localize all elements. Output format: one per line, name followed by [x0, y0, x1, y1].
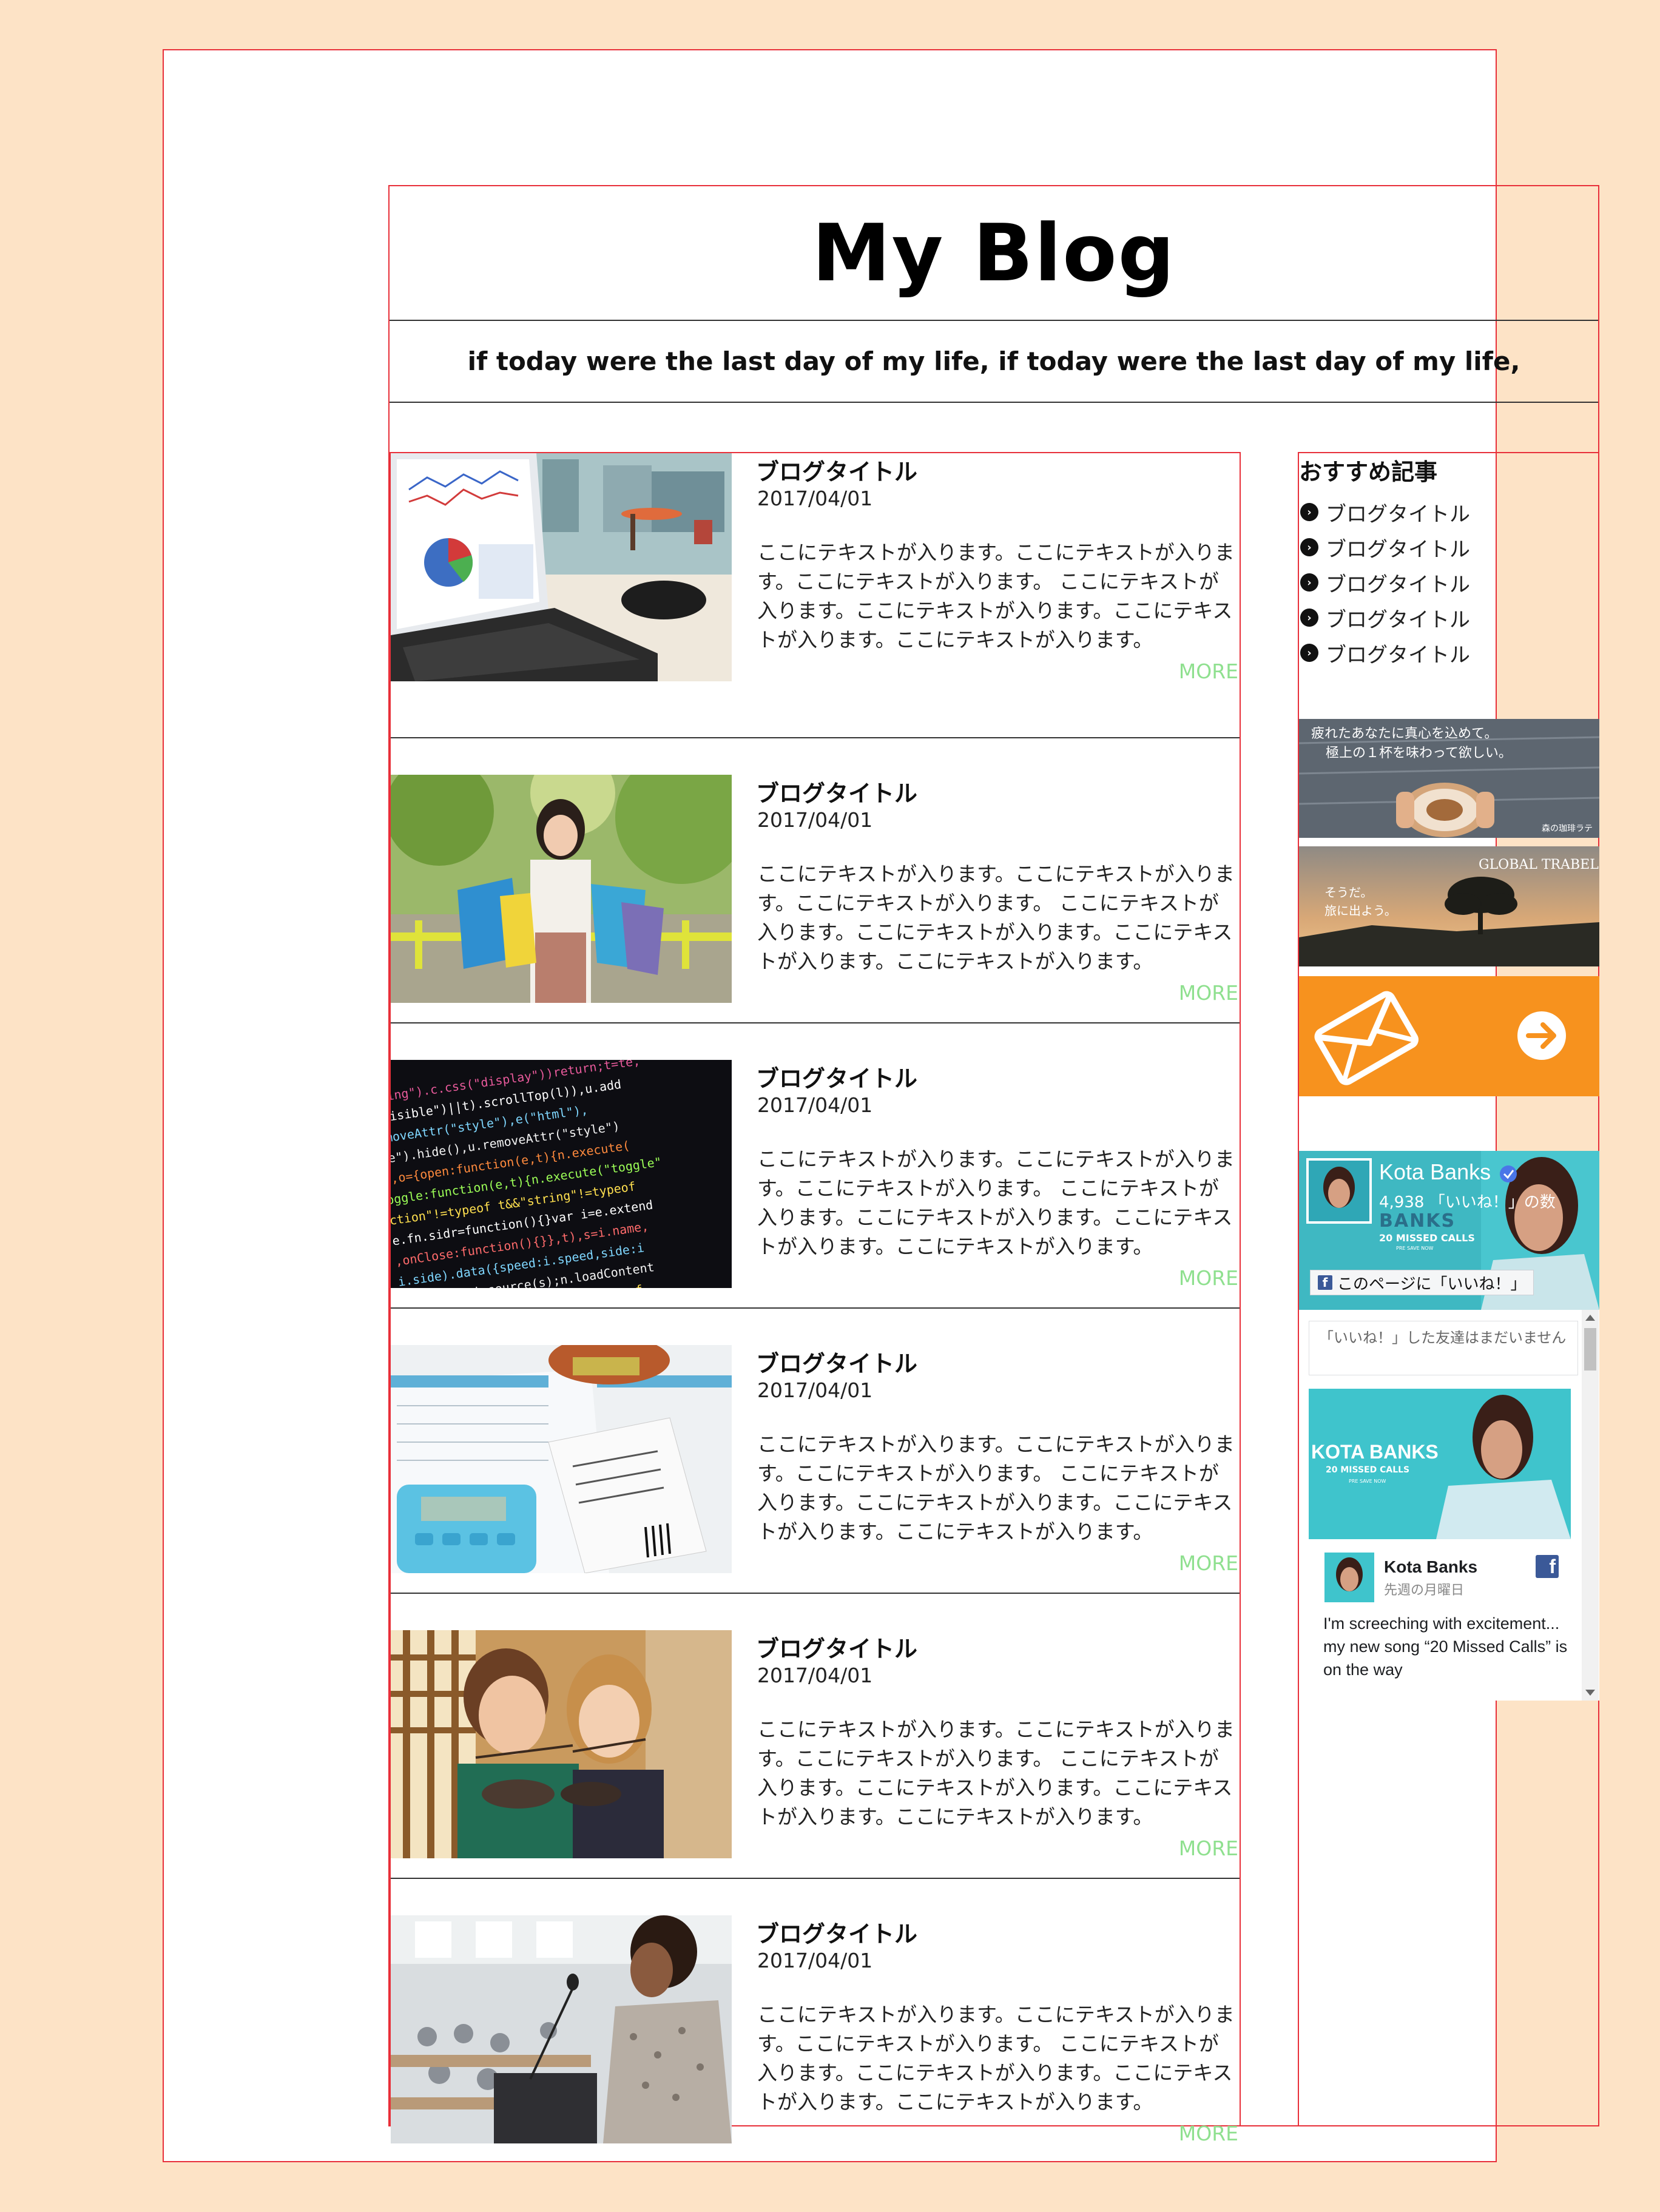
- facebook-post-author[interactable]: Kota Banks: [1384, 1557, 1477, 1577]
- post-title[interactable]: ブログタイトル: [756, 453, 917, 487]
- post-excerpt: ここにテキストが入ります。ここにテキストが入ります。ここにテキストが入ります。 …: [757, 862, 1235, 973]
- facebook-icon[interactable]: f: [1536, 1555, 1559, 1578]
- post-excerpt: ここにテキストが入ります。ここにテキストが入ります。ここにテキストが入ります。 …: [757, 541, 1235, 652]
- recommended-item[interactable]: › ブログタイトル: [1300, 494, 1470, 530]
- site-title[interactable]: My Blog: [812, 207, 1175, 299]
- recommended-item[interactable]: › ブログタイトル: [1300, 565, 1470, 600]
- chevron-right-circle-icon: ›: [1300, 644, 1318, 662]
- post-thumbnail[interactable]: [391, 1630, 732, 1858]
- facebook-post-image[interactable]: KOTA BANKS 20 MISSED CALLS PRE SAVE NOW: [1309, 1389, 1571, 1539]
- facebook-page-widget: Kota Banks 4,938 「いいね！」の数 BANKS 20 MISSE…: [1299, 1151, 1599, 1701]
- post-title[interactable]: ブログタイトル: [756, 1060, 917, 1093]
- post-title[interactable]: ブログタイトル: [756, 1915, 917, 1949]
- post-more-link[interactable]: MORE: [1179, 1266, 1238, 1290]
- post-thumbnail[interactable]: [391, 1915, 732, 2143]
- post-image-note: PRE SAVE NOW: [1349, 1479, 1386, 1484]
- post-date: 2017/04/01: [757, 808, 873, 832]
- facebook-post-text: I'm screeching with excitement... my new…: [1323, 1614, 1568, 1679]
- page-container: My Blog if today were the last day of my…: [163, 49, 1599, 2162]
- post-item: ブログタイトル 2017/04/01 ここにテキストが入ります。ここにテキストが…: [391, 1309, 1240, 1594]
- post-date: 2017/04/01: [757, 1664, 873, 1687]
- post-date: 2017/04/01: [757, 1378, 873, 1402]
- sidebar: おすすめ記事 › ブログタイトル › ブログタイトル › ブログタイトル › ブログタイ…: [1298, 452, 1599, 2126]
- post-thumbnail[interactable]: [391, 1345, 732, 1573]
- post-more-link[interactable]: MORE: [1179, 1551, 1238, 1575]
- post-image-title: KOTA BANKS: [1311, 1441, 1439, 1463]
- recommended-item[interactable]: › ブログタイトル: [1300, 635, 1470, 670]
- post-title[interactable]: ブログタイトル: [756, 1630, 917, 1664]
- scrollbar-thumb[interactable]: [1584, 1328, 1596, 1371]
- post-date: 2017/04/01: [757, 487, 873, 510]
- facebook-cover[interactable]: Kota Banks 4,938 「いいね！」の数 BANKS 20 MISSE…: [1299, 1151, 1599, 1310]
- post-thumbnail[interactable]: sting").c.css("display"))return;t=te, :v…: [391, 1060, 732, 1288]
- post-more-link[interactable]: MORE: [1179, 659, 1238, 683]
- post-excerpt: ここにテキストが入ります。ここにテキストが入ります。ここにテキストが入ります。 …: [757, 1432, 1235, 1543]
- post-image-subtitle: 20 MISSED CALLS: [1326, 1465, 1410, 1475]
- post-item: sting").c.css("display"))return;t=te, :v…: [391, 1023, 1240, 1309]
- post-list: ブログタイトル 2017/04/01 ここにテキストが入ります。ここにテキストが…: [390, 452, 1241, 2145]
- coffee-banner[interactable]: 疲れたあなたに真心を込めて。 極上の１杯を味わって欲しい。 森の珈琲ラテ: [1299, 719, 1599, 838]
- post-title[interactable]: ブログタイトル: [756, 775, 917, 808]
- facebook-icon: f: [1318, 1275, 1332, 1290]
- site-tagline: if today were the last day of my life, i…: [390, 321, 1598, 403]
- arrow-right-circle-icon: [1517, 1011, 1566, 1060]
- post-item: ブログタイトル 2017/04/01 ここにテキストが入ります。ここにテキストが…: [391, 1594, 1240, 1879]
- scroll-up-icon[interactable]: [1585, 1315, 1595, 1321]
- facebook-page-name[interactable]: Kota Banks: [1379, 1159, 1491, 1185]
- post-excerpt: ここにテキストが入ります。ここにテキストが入ります。ここにテキストが入ります。 …: [757, 1147, 1235, 1258]
- post-date: 2017/04/01: [757, 1949, 873, 1972]
- post-item: ブログタイトル 2017/04/01 ここにテキストが入ります。ここにテキストが…: [391, 1879, 1240, 2145]
- facebook-friends-text: 「いいね！」した友達はまだいません: [1309, 1321, 1578, 1375]
- cover-subtitle: 20 MISSED CALLS: [1379, 1232, 1475, 1244]
- cover-text: BANKS: [1379, 1210, 1456, 1232]
- post-thumbnail[interactable]: [391, 453, 732, 681]
- post-date: 2017/04/01: [757, 1093, 873, 1117]
- facebook-post-date[interactable]: 先週の月曜日: [1384, 1579, 1464, 1599]
- recommended-list: › ブログタイトル › ブログタイトル › ブログタイトル › ブログタイトル › ブログ…: [1300, 494, 1470, 670]
- scroll-down-icon[interactable]: [1585, 1690, 1595, 1696]
- travel-banner[interactable]: GLOBAL TRABEL そうだ。 旅に出よう。: [1299, 846, 1599, 966]
- chevron-right-circle-icon: ›: [1300, 503, 1318, 521]
- facebook-likes: 4,938 「いいね！」の数: [1379, 1193, 1556, 1212]
- post-excerpt: ここにテキストが入ります。ここにテキストが入ります。ここにテキストが入ります。 …: [757, 1718, 1235, 1829]
- post-thumbnail[interactable]: [391, 775, 732, 1003]
- post-more-link[interactable]: MORE: [1179, 1836, 1238, 1860]
- facebook-post-avatar[interactable]: [1324, 1553, 1374, 1602]
- mail-banner[interactable]: [1299, 976, 1599, 1096]
- post-title[interactable]: ブログタイトル: [756, 1345, 917, 1378]
- post-item: ブログタイトル 2017/04/01 ここにテキストが入ります。ここにテキストが…: [391, 738, 1240, 1023]
- facebook-scrollbar[interactable]: [1582, 1310, 1599, 1701]
- recommended-item[interactable]: › ブログタイトル: [1300, 600, 1470, 635]
- recommended-item[interactable]: › ブログタイトル: [1300, 530, 1470, 565]
- cover-note: PRE SAVE NOW: [1396, 1246, 1434, 1251]
- post-more-link[interactable]: MORE: [1179, 981, 1238, 1005]
- post-item: ブログタイトル 2017/04/01 ここにテキストが入ります。ここにテキストが…: [391, 453, 1240, 738]
- chevron-right-circle-icon: ›: [1300, 573, 1318, 592]
- site-header: My Blog: [390, 186, 1598, 321]
- recommended-title: おすすめ記事: [1299, 459, 1438, 485]
- facebook-like-button[interactable]: f このページに「いいね！」: [1310, 1270, 1534, 1295]
- chevron-right-circle-icon: ›: [1300, 538, 1318, 556]
- blog-wrapper: My Blog if today were the last day of my…: [388, 185, 1599, 2145]
- chevron-right-circle-icon: ›: [1300, 609, 1318, 627]
- post-more-link[interactable]: MORE: [1179, 2122, 1238, 2145]
- post-excerpt: ここにテキストが入ります。ここにテキストが入ります。ここにテキストが入ります。 …: [757, 2003, 1235, 2114]
- envelope-icon: [1314, 991, 1419, 1085]
